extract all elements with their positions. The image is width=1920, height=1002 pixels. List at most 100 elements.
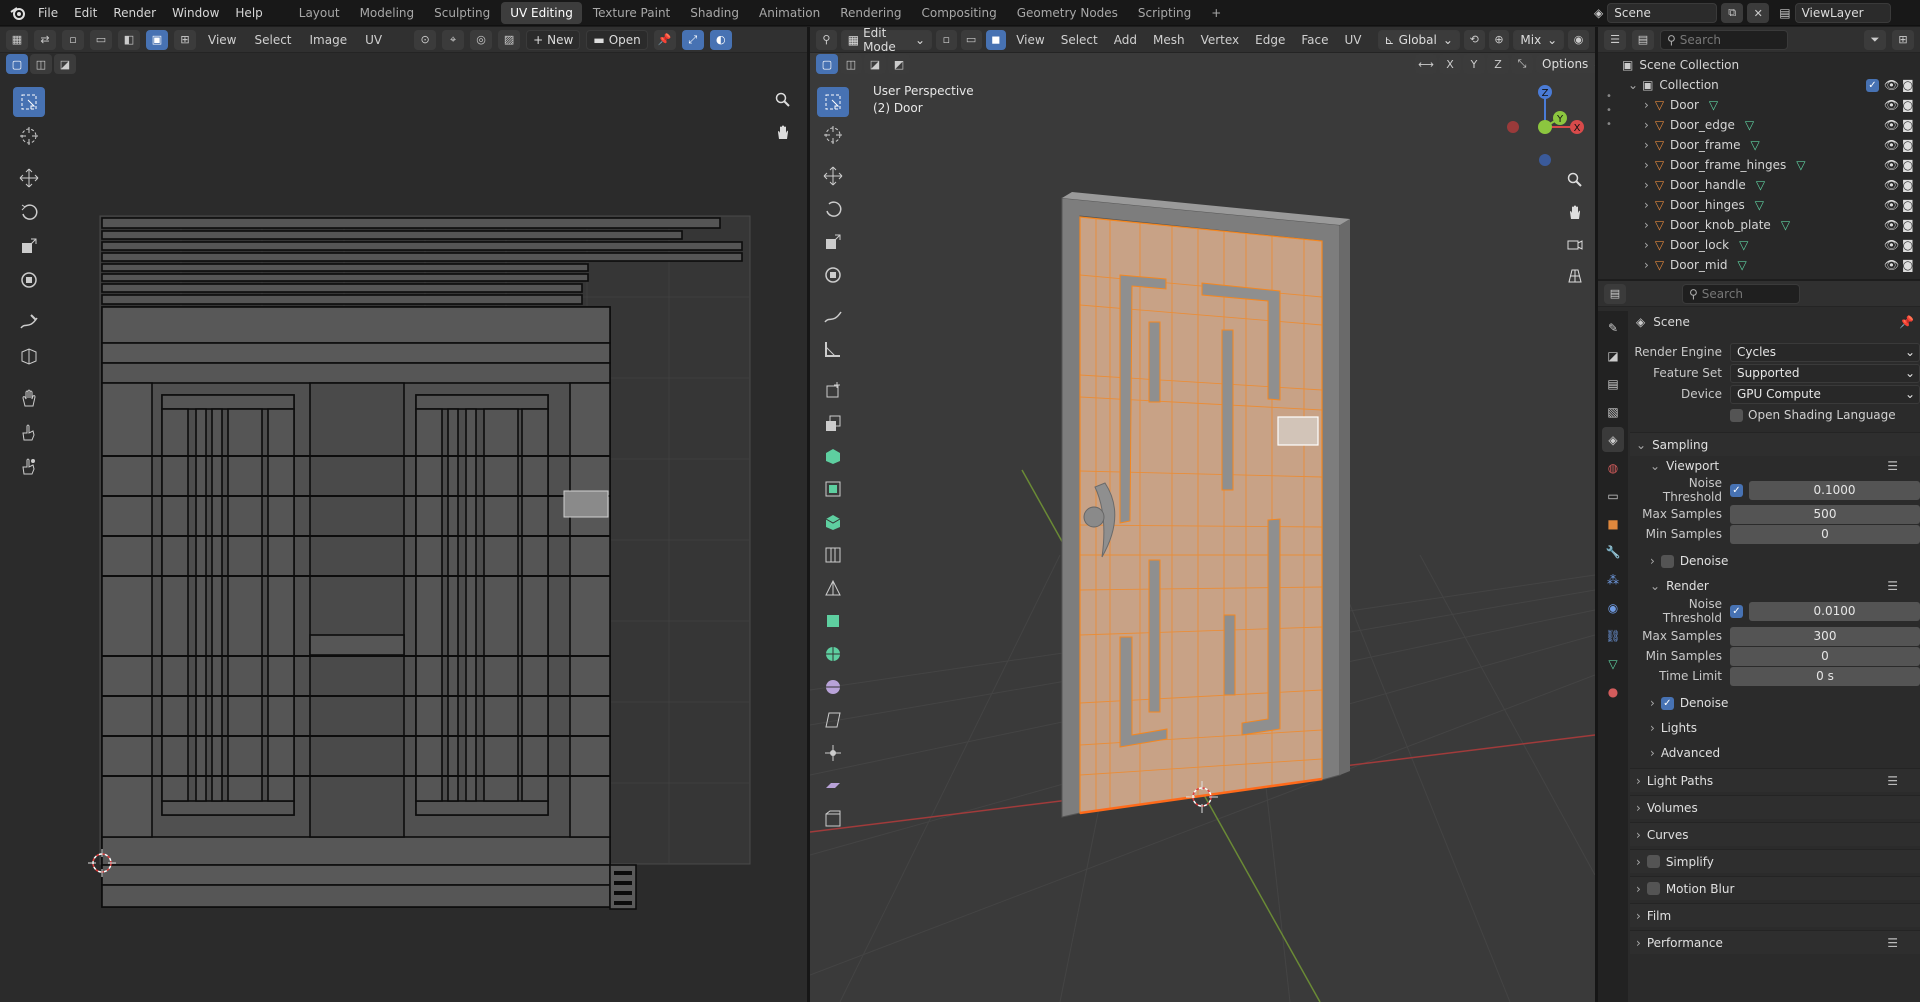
chevron-right-icon[interactable]: › — [1644, 158, 1649, 172]
pin-icon[interactable]: 📌 — [1899, 315, 1914, 329]
menu-render[interactable]: Render — [105, 0, 164, 26]
eye-icon[interactable]: 👁 — [1884, 198, 1899, 212]
vp-rotate-tool[interactable] — [817, 194, 849, 224]
r-noise-threshold-checkbox[interactable]: ✓ — [1730, 604, 1743, 618]
options-dropdown[interactable]: Options⌄ — [1535, 54, 1595, 74]
proportional-editing-icon[interactable]: ◉ — [1568, 29, 1589, 50]
face-select-icon[interactable]: ◧ — [118, 29, 140, 50]
eye-icon[interactable]: 👁 — [1884, 138, 1899, 152]
camera-icon[interactable]: ◙ — [1902, 178, 1914, 192]
vertex-select-icon[interactable]: ▫ — [62, 29, 84, 50]
uv-canvas[interactable] — [0, 75, 807, 1002]
rip-region-tool[interactable] — [817, 771, 849, 801]
new-collection-icon[interactable]: ⊞ — [1892, 29, 1914, 50]
to-sphere-tool[interactable] — [817, 738, 849, 768]
vp-denoise-header[interactable]: › Denoise — [1630, 549, 1920, 573]
eye-icon[interactable]: 👁 — [1884, 258, 1899, 272]
r-min-samples-field[interactable]: 0 — [1730, 646, 1920, 666]
add-workspace-button[interactable]: + — [1202, 2, 1230, 24]
select-new-icon[interactable]: ▢ — [6, 54, 28, 74]
simplify-checkbox[interactable] — [1646, 855, 1660, 868]
eye-icon[interactable]: 👁 — [1884, 218, 1899, 232]
world-tab-icon[interactable]: ◍ — [1602, 455, 1624, 480]
outliner-object-row[interactable]: › ▽ Door_knob_plate ▽ 👁 ◙ — [1598, 215, 1920, 235]
chevron-right-icon[interactable]: › — [1644, 238, 1649, 252]
render-subpanel-header[interactable]: ⌄ Render ☰ — [1630, 574, 1920, 598]
vp-select-invert-icon[interactable]: ◩ — [888, 54, 910, 74]
chevron-right-icon[interactable]: › — [1644, 218, 1649, 232]
simplify-panel-header[interactable]: › Simplify — [1630, 849, 1920, 873]
constraints-tab-icon[interactable]: ⛓ — [1602, 623, 1624, 648]
outliner-search-input[interactable]: ⚲ Search — [1660, 29, 1788, 50]
collection-tab-icon[interactable]: ▭ — [1602, 483, 1624, 508]
inset-tool[interactable] — [817, 441, 849, 471]
view-layer-tab-icon[interactable]: ▧ — [1602, 399, 1624, 424]
new-scene-icon[interactable]: ⧉ — [1721, 3, 1744, 23]
new-image-button[interactable]: + New — [526, 29, 581, 50]
r-denoise-header[interactable]: › ✓ Denoise — [1630, 691, 1920, 715]
proportional-edit-icon[interactable]: ◎ — [470, 29, 493, 50]
menu-help[interactable]: Help — [227, 0, 270, 26]
eye-icon[interactable]: 👁 — [1884, 98, 1899, 112]
overlay-toggle-icon[interactable]: ◐ — [709, 29, 732, 50]
chevron-right-icon[interactable]: › — [1644, 258, 1649, 272]
presets-list-icon[interactable]: ☰ — [1887, 774, 1898, 788]
filter-icon[interactable]: ⏷ — [1864, 29, 1886, 50]
device-dropdown[interactable]: GPU Compute ⌄ — [1730, 384, 1920, 404]
extrude-tool[interactable] — [817, 408, 849, 438]
viewport-scene[interactable] — [810, 75, 1595, 1002]
vp-min-samples-field[interactable]: 0 — [1730, 524, 1920, 544]
tab-uv-editing[interactable]: UV Editing — [501, 1, 582, 24]
transform-orientation-selector[interactable]: ⊾ Global ⌄ — [1377, 29, 1460, 50]
eye-icon[interactable]: 👁 — [1884, 158, 1899, 172]
bevel-tool[interactable] — [817, 474, 849, 504]
light-paths-panel-header[interactable]: › Light Paths ☰ — [1630, 768, 1920, 792]
scene-tab-icon[interactable]: ◈ — [1602, 427, 1624, 452]
gizmo-toggle-icon[interactable]: ⤢ — [681, 29, 704, 50]
data-tab-icon[interactable]: ▽ — [1602, 651, 1624, 676]
outliner-object-row[interactable]: › ▽ Door_frame ▽ 👁 ◙ — [1598, 135, 1920, 155]
sticky-selection-icon[interactable]: ⊞ — [174, 29, 196, 50]
axis-y-toggle[interactable]: Y — [1463, 54, 1485, 74]
feature-set-dropdown[interactable]: Supported ⌄ — [1730, 363, 1920, 383]
uv-menu-select[interactable]: Select — [248, 33, 297, 47]
snapping-icon[interactable]: ⊕ — [1488, 29, 1510, 50]
outliner-object-row[interactable]: › ▽ Door_lock ▽ 👁 ◙ — [1598, 235, 1920, 255]
tab-rendering[interactable]: Rendering — [831, 2, 910, 24]
tab-compositing[interactable]: Compositing — [912, 2, 1005, 24]
camera-icon[interactable]: ◙ — [1902, 78, 1914, 92]
vp-select-new-icon[interactable]: ▢ — [816, 54, 838, 74]
particles-tab-icon[interactable]: ⁂ — [1602, 567, 1624, 592]
material-tab-icon[interactable]: ● — [1602, 679, 1624, 704]
tab-modeling[interactable]: Modeling — [351, 2, 424, 24]
vp-pan-hand-icon[interactable] — [1562, 199, 1588, 225]
eye-icon[interactable]: 👁 — [1884, 78, 1899, 92]
outliner-object-row[interactable]: › ▽ Door ▽ 👁 ◙ — [1598, 95, 1920, 115]
scene-selector[interactable]: Scene — [1607, 3, 1718, 23]
uv-menu-view[interactable]: View — [202, 33, 242, 47]
vertex-mode-icon[interactable]: ▫ — [936, 29, 957, 50]
tab-layout[interactable]: Layout — [290, 2, 349, 24]
vp-denoise-checkbox[interactable] — [1660, 554, 1674, 568]
advanced-header[interactable]: › Advanced — [1630, 741, 1920, 765]
uv-sync-selection-icon[interactable]: ⇄ — [34, 29, 56, 50]
output-tab-icon[interactable]: ▤ — [1602, 371, 1624, 396]
vp-select-extend-icon[interactable]: ◫ — [840, 54, 862, 74]
chevron-right-icon[interactable]: › — [1644, 198, 1649, 212]
viewport-subpanel-header[interactable]: ⌄ Viewport ☰ — [1630, 454, 1920, 478]
rip-edge-tool[interactable] — [817, 804, 849, 834]
tab-animation[interactable]: Animation — [750, 2, 829, 24]
mode-selector[interactable]: ▦ Edit Mode ⌄ — [840, 27, 933, 54]
vp-scale-tool[interactable] — [817, 227, 849, 257]
viewport-menu-uv[interactable]: UV — [1339, 33, 1368, 47]
tab-shading[interactable]: Shading — [681, 2, 748, 24]
outliner-object-row[interactable]: › ▽ Door_mid ▽ 👁 ◙ — [1598, 255, 1920, 275]
outliner-object-row[interactable]: › ▽ Door_edge ▽ 👁 ◙ — [1598, 115, 1920, 135]
lights-header[interactable]: › Lights — [1630, 716, 1920, 740]
tab-geometry-nodes[interactable]: Geometry Nodes — [1008, 2, 1127, 24]
r-max-samples-field[interactable]: 300 — [1730, 626, 1920, 646]
physics-tab-icon[interactable]: ◉ — [1602, 595, 1624, 620]
eye-icon[interactable]: 👁 — [1884, 178, 1899, 192]
chevron-down-icon[interactable]: ⌄ — [1628, 78, 1638, 92]
chevron-right-icon[interactable]: › — [1644, 98, 1649, 112]
